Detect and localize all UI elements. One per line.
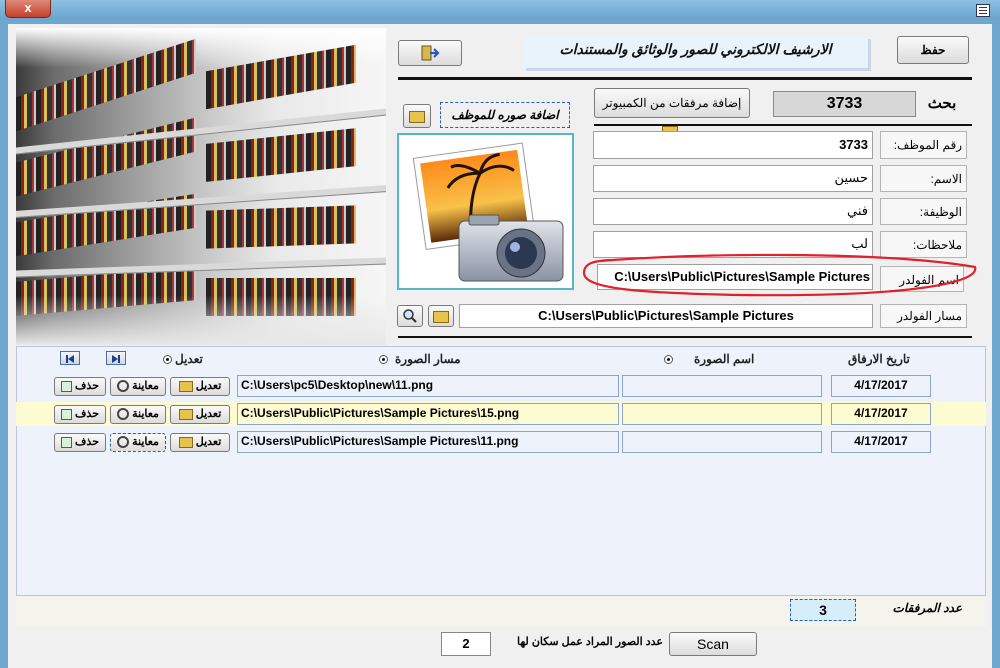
magnifier-icon [117,408,130,421]
preview-button[interactable]: معاينة [110,405,166,424]
folder-path-label: مسار الفولدر [880,304,967,328]
delete-icon [60,380,72,392]
attachments-count-label: عدد المرفقات [892,601,962,615]
employee-name-field[interactable]: حسين [593,165,873,192]
window-close-button[interactable]: x [5,0,51,18]
magnifier-icon [117,436,130,449]
magnifier-icon [403,309,417,323]
add-attachment-label: إضافة مرفقات من الكمبيوتر [602,96,742,110]
image-name-radio[interactable] [664,355,673,364]
preview-button[interactable]: معاينة [110,377,166,396]
photo-camera-icon [412,142,564,282]
window-menu-icon[interactable] [976,4,990,17]
search-divider [594,124,972,126]
delete-button[interactable]: حذف [54,405,106,424]
annotation-circle [582,253,977,297]
scan-count-input[interactable]: 2 [441,632,491,656]
image-name-cell[interactable] [622,431,822,453]
edit-label: تعديل [195,436,222,448]
image-name-cell[interactable] [622,403,822,425]
edit-button[interactable]: تعديل [170,405,230,424]
employee-job-field[interactable]: فني [593,198,873,225]
preview-label: معاينة [132,436,159,448]
delete-label: حذف [75,408,100,420]
delete-icon [60,408,72,420]
open-folder-icon [433,311,449,323]
browse-folder-button[interactable] [428,305,454,327]
employee-name-label: الاسم: [880,165,967,192]
exit-button[interactable] [398,40,462,66]
image-path-cell[interactable]: C:\Users\pc5\Desktop\new\11.png [237,375,619,397]
archive-shelves-image [16,28,386,345]
employee-job-label: الوظيفة: [880,198,967,225]
add-employee-photo-label: اضافة صوره للموظف [440,102,570,128]
form-divider [398,336,972,338]
delete-label: حذف [75,380,100,392]
employee-number-field[interactable]: 3733 [593,131,873,159]
table-row[interactable]: حذف معاينة تعديل C:\Users\Public\Picture… [54,431,934,455]
attach-date-header: تاريخ الارفاق [848,352,910,366]
delete-button[interactable]: حذف [54,377,106,396]
edit-label: تعديل [195,380,222,392]
scan-count-label: عدد الصور المراد عمل سكان لها [517,636,663,648]
preview-button[interactable]: معاينة [110,433,166,452]
edit-radio[interactable] [163,355,172,364]
attachments-count-field: 3 [790,599,856,621]
app-title-text: الارشيف الالكتروني للصور والوثائق والمست… [559,41,832,57]
preview-label: معاينة [132,408,159,420]
search-label: بحث [927,95,957,112]
magnifier-icon [117,380,130,393]
search-folder-button[interactable] [397,305,423,327]
open-folder-icon [178,408,193,420]
window-title-bar [0,0,1000,20]
open-folder-icon [178,380,193,392]
header-divider [398,77,972,80]
exit-door-icon [421,45,440,61]
first-record-button[interactable] [60,351,80,365]
image-name-cell[interactable] [622,375,822,397]
employee-photo [397,133,574,290]
edit-column-header: تعديل [175,352,203,366]
open-folder-icon [178,436,193,448]
table-row[interactable]: حذف معاينة تعديل C:\Users\Public\Picture… [54,403,934,427]
save-button[interactable]: حفظ [897,36,969,64]
attach-date-cell[interactable]: 4/17/2017 [831,375,931,397]
first-record-icon [66,355,74,363]
scan-button[interactable]: Scan [669,632,757,656]
delete-icon [60,436,72,448]
edit-button[interactable]: تعديل [170,377,230,396]
image-name-header: اسم الصورة [694,352,755,366]
folder-path-field[interactable]: C:\Users\Public\Pictures\Sample Pictures [459,304,873,328]
app-title: الارشيف الالكتروني للصور والوثائق والمست… [523,36,868,68]
edit-label: تعديل [195,408,222,420]
search-input[interactable]: 3733 [773,91,916,117]
preview-label: معاينة [132,380,159,392]
image-path-cell[interactable]: C:\Users\Public\Pictures\Sample Pictures… [237,403,619,425]
image-path-header: مسار الصورة [395,352,461,366]
add-attachment-button[interactable]: إضافة مرفقات من الكمبيوتر [594,88,750,138]
delete-label: حذف [75,436,100,448]
last-record-button[interactable] [106,351,126,365]
attach-date-cell[interactable]: 4/17/2017 [831,431,931,453]
delete-button[interactable]: حذف [54,433,106,452]
edit-button[interactable]: تعديل [170,433,230,452]
last-record-icon [112,355,120,363]
employee-number-label: رقم الموظف: [880,131,967,159]
image-path-cell[interactable]: C:\Users\Public\Pictures\Sample Pictures… [237,431,619,453]
add-photo-open-button[interactable] [403,104,431,128]
attach-date-cell[interactable]: 4/17/2017 [831,403,931,425]
table-row[interactable]: حذف معاينة تعديل C:\Users\pc5\Desktop\ne… [54,375,934,399]
open-folder-icon [409,111,425,123]
image-path-radio[interactable] [379,355,388,364]
